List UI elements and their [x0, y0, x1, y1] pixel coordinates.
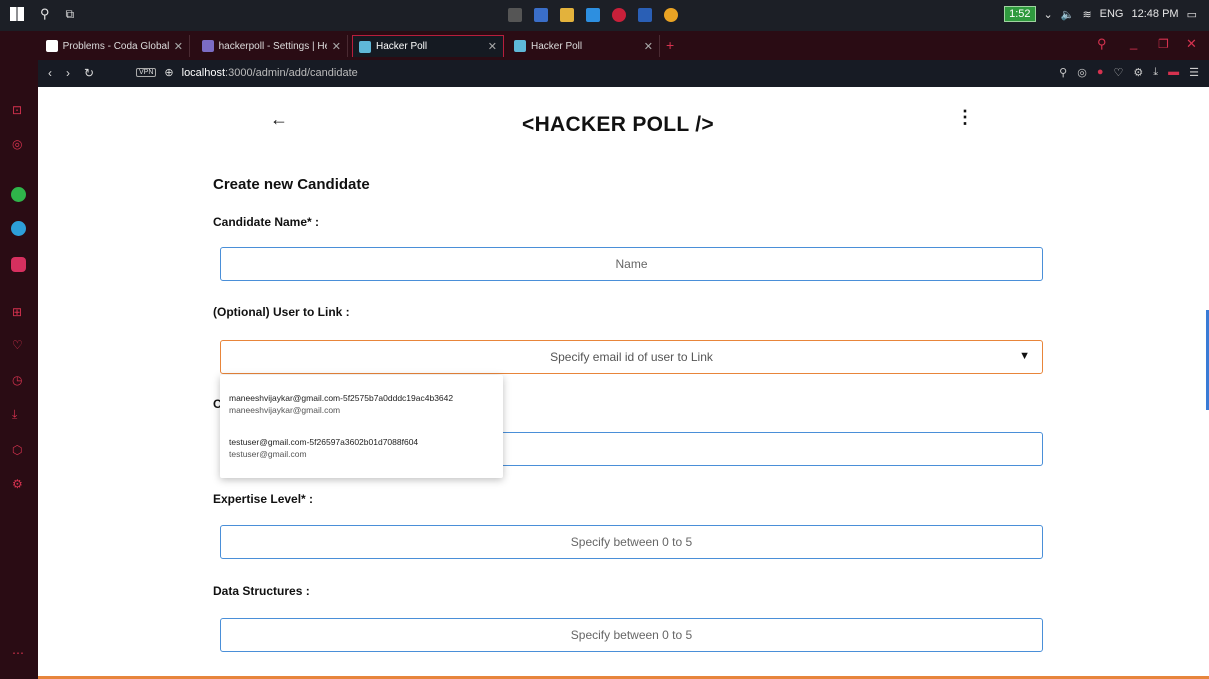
tab-label: Hacker Poll [376, 41, 428, 52]
close-tab-icon[interactable]: ✕ [644, 40, 653, 53]
vscode-icon[interactable] [586, 8, 600, 22]
menu-kebab-icon[interactable]: ⋮ [956, 107, 974, 128]
address-bar: ‹ › ↻ VPN ⊕ localhost:3000/admin/add/can… [38, 60, 1209, 87]
workspaces-icon[interactable]: ⊞ [12, 305, 22, 319]
user-link-placeholder: Specify email id of user to Link [550, 350, 713, 364]
candidate-name-input[interactable]: Name [220, 247, 1043, 281]
instagram-icon[interactable] [11, 257, 26, 272]
tab-hacker-poll[interactable]: Hacker Poll ✕ [508, 35, 660, 57]
suggestion-item[interactable]: maneeshvijaykar@gmail.com-5f2575b7a0dddc… [229, 392, 453, 416]
taskbar-app-icon[interactable] [560, 8, 574, 22]
settings-icon[interactable]: ⚙ [1133, 66, 1143, 79]
history-icon[interactable]: ◷ [12, 373, 22, 387]
close-tab-icon[interactable]: ✕ [488, 40, 497, 53]
taskbar-app-icon[interactable] [508, 8, 522, 22]
chevron-up-icon[interactable]: ⌄ [1044, 8, 1053, 21]
suggestion-primary: testuser@gmail.com-5f26597a3602b01d7088f… [229, 437, 419, 447]
user-link-label: (Optional) User to Link : [213, 305, 350, 319]
download-icon[interactable]: ⤓ [1153, 66, 1158, 79]
camera-icon[interactable]: ◎ [1077, 66, 1087, 79]
hackerrank-favicon-icon [46, 40, 58, 52]
candidate-name-label: Candidate Name* : [213, 215, 320, 229]
react-favicon-icon [514, 40, 526, 52]
search-tabs-icon[interactable]: ⚲ [1097, 36, 1107, 52]
windows-start-icon[interactable] [10, 7, 24, 21]
extensions-icon[interactable]: ⬡ [12, 443, 22, 457]
user-suggestions-dropdown: maneeshvijaykar@gmail.com-5f2575b7a0dddc… [220, 375, 503, 478]
battery-saver-icon[interactable]: ▬ [1168, 66, 1179, 79]
tab-label: hackerpoll - Settings | Hero [218, 40, 327, 52]
minimize-icon[interactable]: _ [1130, 35, 1137, 50]
expertise-level-input[interactable]: Specify between 0 to 5 [220, 525, 1043, 559]
telegram-icon[interactable] [11, 221, 26, 236]
notifications-icon[interactable]: ▭ [1187, 8, 1197, 21]
user-link-select[interactable]: Specify email id of user to Link ▼ [220, 340, 1043, 374]
lang-indicator[interactable]: ENG [1100, 8, 1124, 20]
bookmarks-heart-icon[interactable]: ♡ [12, 338, 23, 352]
close-window-icon[interactable]: ✕ [1186, 36, 1197, 52]
wifi-icon[interactable]: ≋ [1082, 8, 1091, 21]
globe-icon: ⊕ [164, 67, 174, 79]
shield-icon[interactable]: ● [1097, 66, 1104, 79]
dropdown-arrow-icon[interactable]: ▼ [1019, 350, 1030, 362]
volume-icon[interactable]: 🔈 [1061, 8, 1075, 21]
browser-tab-strip: Problems - Coda Global Fu ✕ hackerpoll -… [0, 31, 1209, 60]
easy-setup-icon[interactable]: ☰ [1189, 66, 1199, 79]
task-view-icon[interactable]: ⧉ [66, 7, 75, 22]
url-field[interactable]: VPN ⊕ localhost:3000/admin/add/candidate [136, 66, 358, 79]
url-path: :3000/admin/add/candidate [225, 66, 358, 79]
data-structures-input[interactable]: Specify between 0 to 5 [220, 618, 1043, 652]
suggestion-item[interactable]: testuser@gmail.com-5f26597a3602b01d7088f… [229, 436, 418, 460]
flow-icon[interactable]: ◎ [12, 137, 22, 151]
expertise-level-label: Expertise Level* : [213, 492, 314, 506]
maximize-icon[interactable]: ❐ [1158, 37, 1169, 51]
clock[interactable]: 12:48 PM [1132, 8, 1179, 20]
downloads-icon[interactable]: ⤓ [12, 407, 17, 422]
back-arrow-icon[interactable]: ← [270, 109, 288, 130]
close-tab-icon[interactable]: ✕ [174, 40, 183, 53]
suggestion-secondary: maneeshvijaykar@gmail.com [229, 405, 341, 415]
taskbar-app-icon[interactable] [534, 8, 548, 22]
word-icon[interactable] [638, 8, 652, 22]
tab-heroku-settings[interactable]: hackerpoll - Settings | Hero ✕ [196, 35, 348, 57]
battery-indicator[interactable]: 1:52 [1004, 6, 1036, 22]
vpn-badge[interactable]: VPN [136, 68, 157, 77]
browser-sidebar: ⊡ ◎ ⊞ ♡ ◷ ⤓ ⬡ ⚙ ⋯ [0, 31, 38, 679]
url-host: localhost [181, 66, 226, 79]
app-brand-title: <HACKER POLL /> [522, 113, 714, 136]
new-tab-button[interactable]: + [666, 37, 674, 53]
form-title: Create new Candidate [213, 176, 370, 193]
speed-dial-icon[interactable]: ⊡ [12, 103, 22, 117]
search-icon[interactable]: ⚲ [1059, 66, 1067, 79]
data-structures-label: Data Structures : [213, 584, 310, 598]
search-icon[interactable]: ⚲ [40, 6, 50, 22]
tab-label: Problems - Coda Global Fu [62, 40, 169, 52]
heroku-favicon-icon [202, 40, 214, 52]
back-nav-icon[interactable]: ‹ [48, 66, 52, 80]
windows-taskbar: ⚲ ⧉ 1:52 ⌄ 🔈 ≋ ENG 12:48 PM ▭ [0, 0, 1209, 31]
forward-nav-icon[interactable]: › [66, 66, 70, 80]
heart-icon[interactable]: ♡ [1114, 66, 1124, 79]
tab-hacker-poll-active[interactable]: Hacker Poll ✕ [352, 35, 504, 57]
suggestion-secondary: testuser@gmail.com [229, 449, 307, 459]
close-tab-icon[interactable]: ✕ [332, 40, 341, 53]
page-content: ← <HACKER POLL /> ⋮ Create new Candidate… [38, 87, 1209, 679]
react-favicon-icon [359, 40, 371, 53]
more-icon[interactable]: ⋯ [12, 646, 24, 660]
suggestion-primary: maneeshvijaykar@gmail.com-5f2575b7a0dddc… [229, 393, 454, 403]
reload-icon[interactable]: ↻ [84, 66, 94, 80]
chrome-icon[interactable] [664, 8, 678, 22]
tab-problems[interactable]: Problems - Coda Global Fu ✕ [40, 35, 190, 57]
whatsapp-icon[interactable] [11, 187, 26, 202]
settings-icon[interactable]: ⚙ [12, 477, 23, 491]
opera-icon[interactable] [612, 8, 626, 22]
tab-label: Hacker Poll [531, 40, 583, 52]
